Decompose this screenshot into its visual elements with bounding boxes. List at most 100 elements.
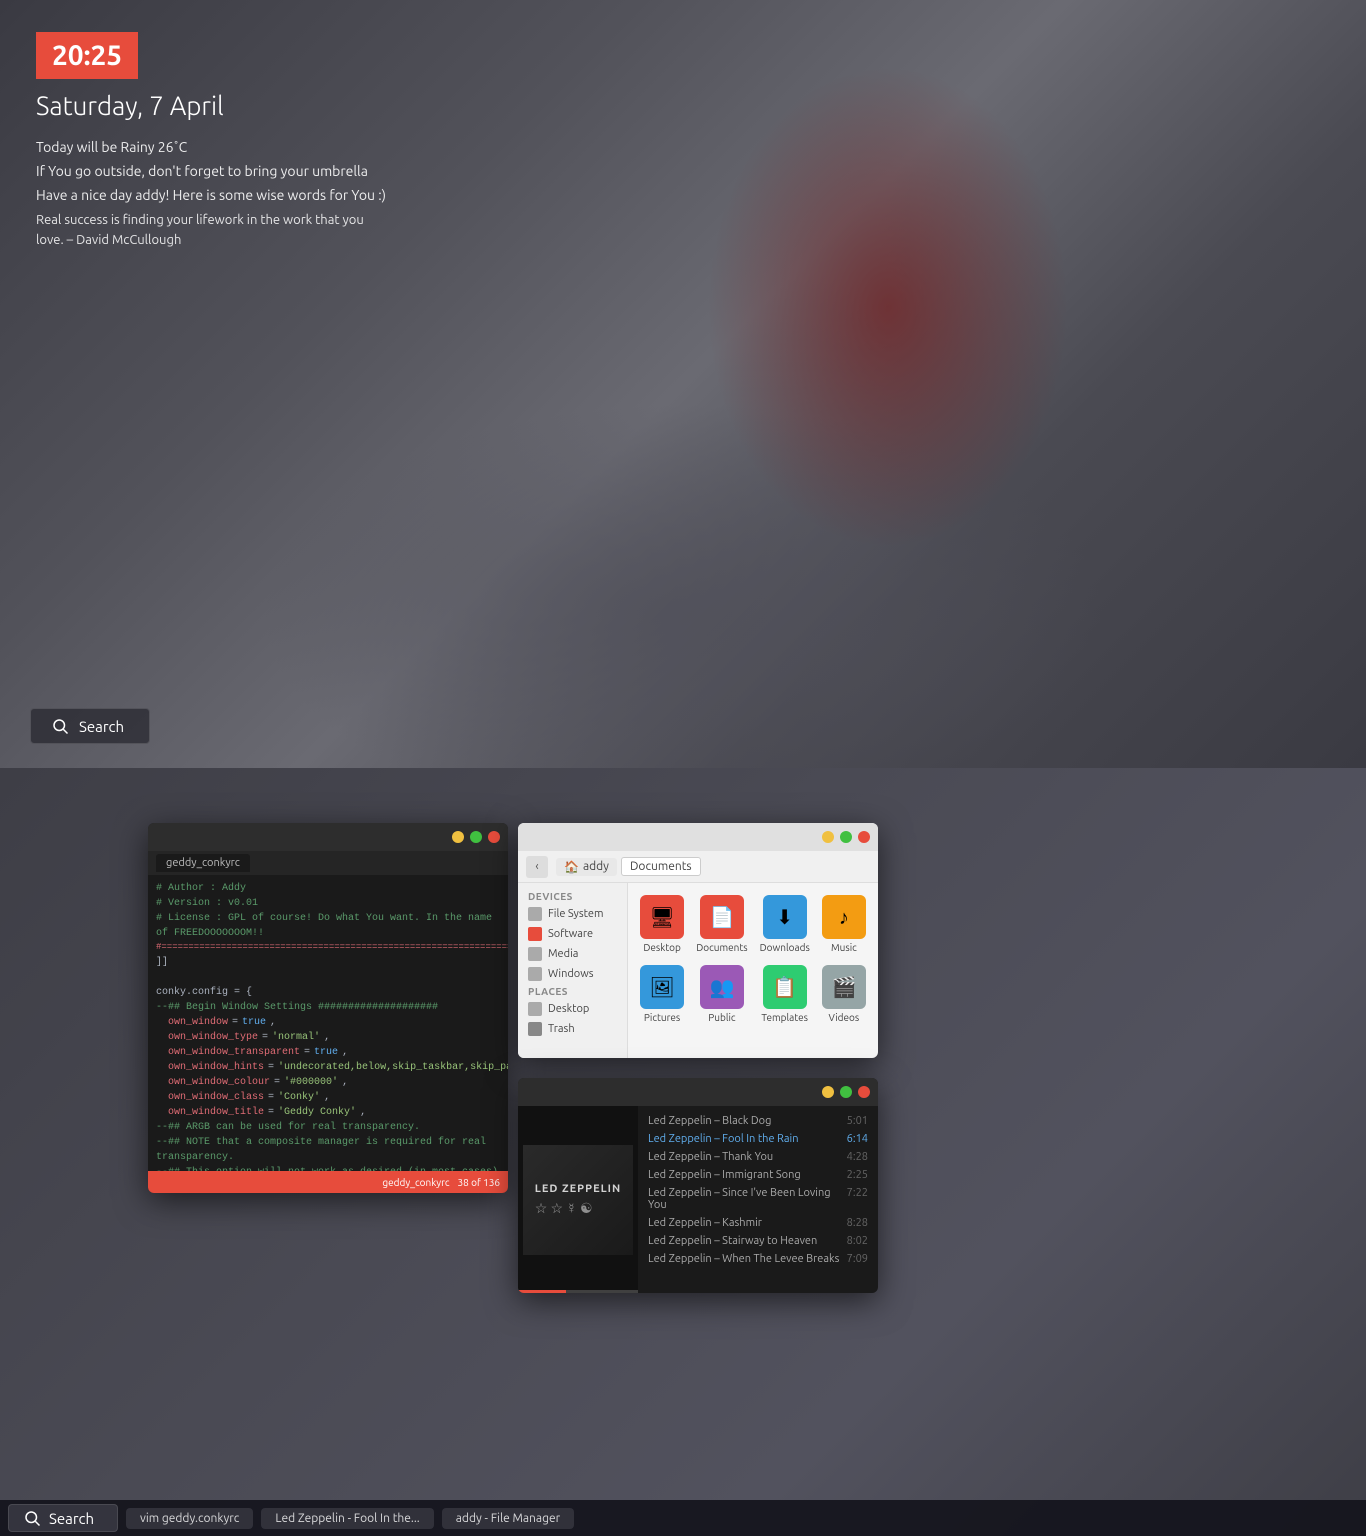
fm-main-grid: 🖥 Desktop 📄 Documents ⬇ Downloads ♪ Musi…	[628, 883, 878, 1058]
clock-widget: 20:25 Saturday, 7 April Today will be Ra…	[36, 32, 386, 250]
search-label-taskbar: Search	[49, 1510, 94, 1527]
fm-close-btn[interactable]	[858, 831, 870, 843]
desktop-top: 20:25 Saturday, 7 April Today will be Ra…	[0, 0, 1366, 768]
gedit-content[interactable]: # Author : Addy # Version : v0.01 # Lice…	[148, 875, 508, 1171]
taskbar-music-label: Led Zeppelin - Fool In the...	[275, 1512, 419, 1525]
fm-maximize-btn[interactable]	[840, 831, 852, 843]
gedit-maximize-btn[interactable]	[470, 831, 482, 843]
videos-folder-icon: 🎬	[822, 965, 866, 1009]
folder-downloads[interactable]: ⬇ Downloads	[756, 891, 814, 957]
taskbar-fm-label: addy - File Manager	[456, 1512, 560, 1525]
fm-devices-label: DEVICES	[518, 889, 627, 904]
fm-place-desktop[interactable]: Desktop	[518, 999, 627, 1019]
fm-place-trash[interactable]: Trash	[518, 1019, 627, 1039]
desktop-sidebar-icon	[528, 1002, 542, 1016]
taskbar-app-filemanager[interactable]: addy - File Manager	[442, 1508, 574, 1529]
fm-back-btn[interactable]: ‹	[526, 856, 548, 878]
gedit-tab[interactable]: geddy_conkyrc	[156, 854, 250, 872]
software-label: Software	[548, 928, 593, 940]
track-5[interactable]: Led Zeppelin – Since I've Been Loving Yo…	[646, 1184, 870, 1214]
track-8-name: Led Zeppelin – When The Levee Breaks	[648, 1253, 839, 1265]
trash-label: Trash	[548, 1023, 575, 1035]
taskbar-app-vim[interactable]: vim geddy.conkyrc	[126, 1508, 253, 1529]
track-4[interactable]: Led Zeppelin – Immigrant Song 2:25	[646, 1166, 870, 1184]
track-1[interactable]: Led Zeppelin – Black Dog 5:01	[646, 1112, 870, 1130]
desktop-bottom: geddy_conkyrc # Author : Addy # Version …	[0, 768, 1366, 1536]
gedit-titlebar	[148, 823, 508, 851]
filemanager-window: ‹ 🏠 addy Documents DEVICES File System S…	[518, 823, 878, 1058]
fm-folder-label[interactable]: Documents	[621, 857, 701, 876]
gedit-tabs: geddy_conkyrc	[148, 851, 508, 875]
gedit-status-text: geddy_conkyrc	[382, 1177, 449, 1188]
taskbar-vim-label: vim geddy.conkyrc	[140, 1512, 239, 1525]
search-icon-top	[51, 717, 69, 735]
windows-icon	[528, 967, 542, 981]
fm-home-btn[interactable]: 🏠 addy	[556, 858, 617, 876]
public-folder-icon: 👥	[700, 965, 744, 1009]
music-minimize-btn[interactable]	[822, 1086, 834, 1098]
track-5-duration: 7:22	[847, 1187, 868, 1211]
fm-places-label: PLACES	[518, 984, 627, 999]
taskbar-app-music[interactable]: Led Zeppelin - Fool In the...	[261, 1508, 433, 1529]
track-1-duration: 5:01	[847, 1115, 868, 1127]
track-2[interactable]: Led Zeppelin – Fool In the Rain 6:14	[646, 1130, 870, 1148]
music-progress-bar[interactable]	[518, 1290, 638, 1293]
documents-folder-label: Documents	[696, 942, 747, 953]
gedit-line-info: 38 of 136	[458, 1177, 500, 1188]
album-art-display: LED ZEPPELIN ☆ ☆ ☿ ☯	[523, 1145, 633, 1255]
track-1-name: Led Zeppelin – Black Dog	[648, 1115, 771, 1127]
fm-toolbar: ‹ 🏠 addy Documents	[518, 851, 878, 883]
search-bar-taskbar[interactable]: Search	[8, 1504, 118, 1532]
track-7-name: Led Zeppelin – Stairway to Heaven	[648, 1235, 817, 1247]
folder-documents[interactable]: 📄 Documents	[692, 891, 751, 957]
track-6-duration: 8:28	[847, 1217, 868, 1229]
software-icon	[528, 927, 542, 941]
folder-videos[interactable]: 🎬 Videos	[818, 961, 870, 1027]
desktop-folder-label: Desktop	[643, 942, 681, 953]
gedit-close-btn[interactable]	[488, 831, 500, 843]
track-6[interactable]: Led Zeppelin – Kashmir 8:28	[646, 1214, 870, 1232]
music-folder-icon: ♪	[822, 895, 866, 939]
weather-info: Today will be Rainy 26˚C If You go outsi…	[36, 136, 386, 207]
desktop-folder-icon: 🖥	[640, 895, 684, 939]
weather-line2: If You go outside, don't forget to bring…	[36, 160, 386, 184]
weather-line1: Today will be Rainy 26˚C	[36, 136, 386, 160]
track-7[interactable]: Led Zeppelin – Stairway to Heaven 8:02	[646, 1232, 870, 1250]
media-icon	[528, 947, 542, 961]
music-maximize-btn[interactable]	[840, 1086, 852, 1098]
folder-desktop[interactable]: 🖥 Desktop	[636, 891, 688, 957]
fm-minimize-btn[interactable]	[822, 831, 834, 843]
videos-folder-label: Videos	[829, 1012, 860, 1023]
home-icon: 🏠	[564, 860, 579, 874]
pictures-folder-label: Pictures	[644, 1012, 680, 1023]
music-tracklist: Led Zeppelin – Black Dog 5:01 Led Zeppel…	[638, 1106, 878, 1293]
fm-device-filesystem[interactable]: File System	[518, 904, 627, 924]
music-body: LED ZEPPELIN ☆ ☆ ☿ ☯ Led Zeppelin – Blac…	[518, 1106, 878, 1293]
downloads-folder-label: Downloads	[760, 942, 810, 953]
folder-pictures[interactable]: 🖼 Pictures	[636, 961, 688, 1027]
clock-display: 20:25	[36, 32, 138, 79]
track-8-duration: 7:09	[847, 1253, 868, 1265]
track-3[interactable]: Led Zeppelin – Thank You 4:28	[646, 1148, 870, 1166]
fm-device-software[interactable]: Software	[518, 924, 627, 944]
downloads-folder-icon: ⬇	[763, 895, 807, 939]
fm-device-media[interactable]: Media	[518, 944, 627, 964]
folder-public[interactable]: 👥 Public	[692, 961, 751, 1027]
music-titlebar	[518, 1078, 878, 1106]
search-bar-top[interactable]: Search	[30, 708, 150, 744]
track-5-name: Led Zeppelin – Since I've Been Loving Yo…	[648, 1187, 847, 1211]
fm-body: DEVICES File System Software Media Windo…	[518, 883, 878, 1058]
folder-templates[interactable]: 📋 Templates	[756, 961, 814, 1027]
filesystem-label: File System	[548, 908, 604, 920]
music-close-btn[interactable]	[858, 1086, 870, 1098]
windows-label: Windows	[548, 968, 594, 980]
music-album-art: LED ZEPPELIN ☆ ☆ ☿ ☯	[518, 1106, 638, 1293]
track-8[interactable]: Led Zeppelin – When The Levee Breaks 7:0…	[646, 1250, 870, 1268]
gedit-statusbar: geddy_conkyrc 38 of 136	[148, 1171, 508, 1193]
quote-text: Real success is finding your lifework in…	[36, 211, 376, 250]
gedit-minimize-btn[interactable]	[452, 831, 464, 843]
folder-music[interactable]: ♪ Music	[818, 891, 870, 957]
trash-icon	[528, 1022, 542, 1036]
fm-device-windows[interactable]: Windows	[518, 964, 627, 984]
music-folder-label: Music	[831, 942, 857, 953]
